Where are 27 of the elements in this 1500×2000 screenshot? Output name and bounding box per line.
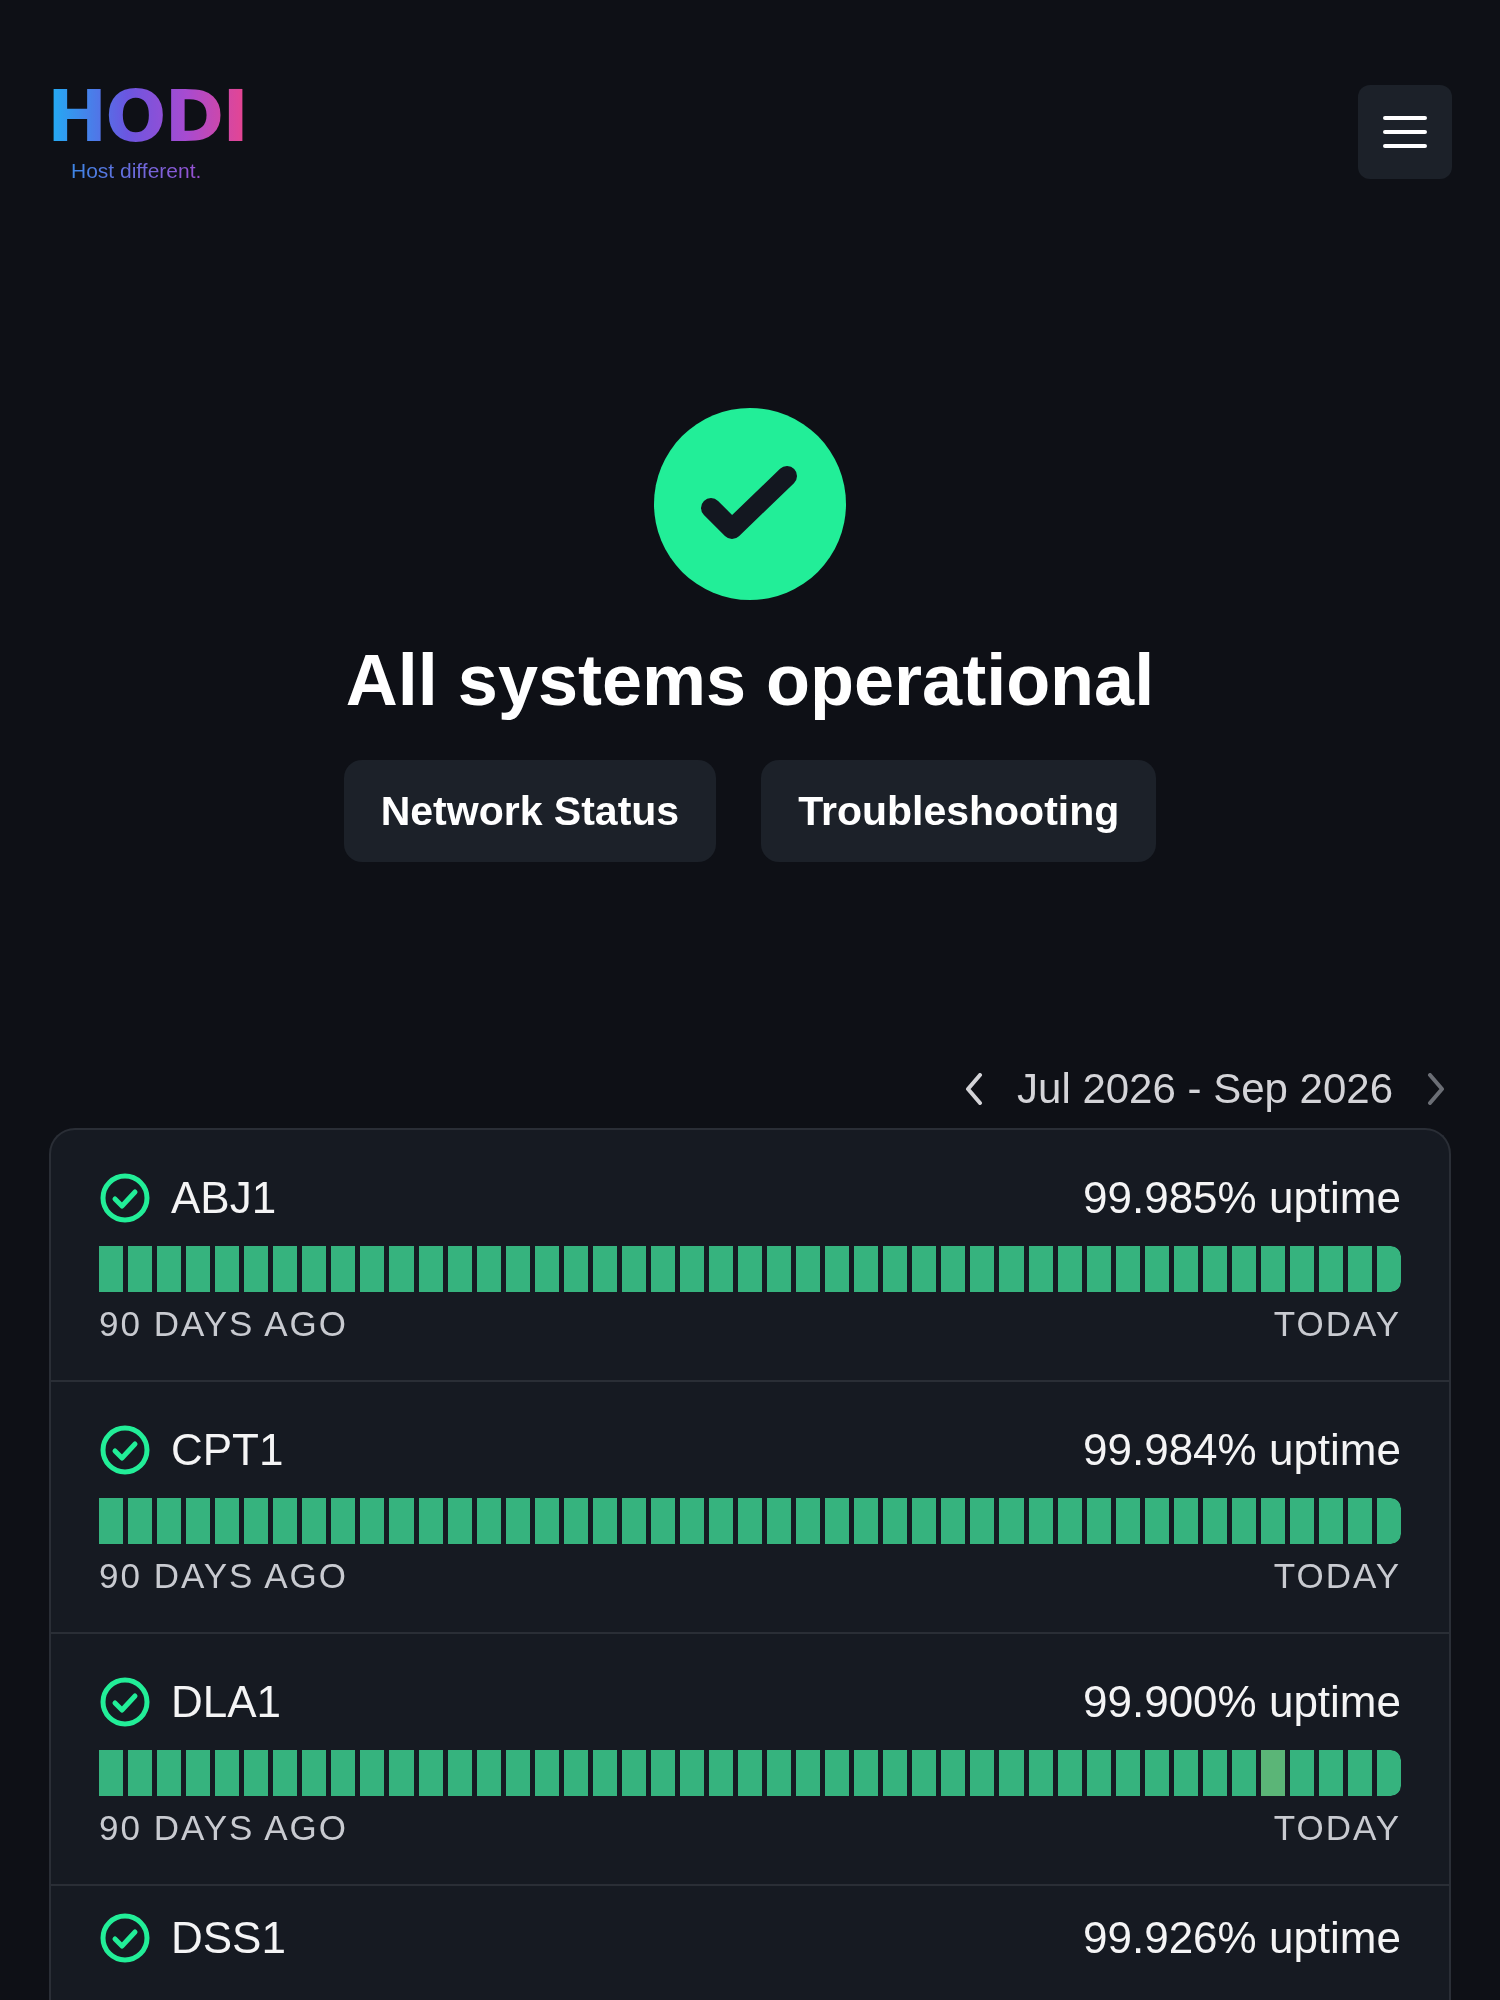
end-label: TODAY <box>1273 1304 1401 1344</box>
uptime-value: 99.984% uptime <box>1083 1425 1401 1475</box>
menu-button[interactable] <box>1358 85 1452 179</box>
server-name: CPT1 <box>171 1425 285 1475</box>
check-circle-icon <box>99 1912 151 1964</box>
uptime-value: 99.926% uptime <box>1083 1913 1401 1963</box>
status-heading: All systems operational <box>345 639 1155 722</box>
start-label: 90 DAYS AGO <box>99 1304 348 1344</box>
server-name: ABJ1 <box>171 1173 278 1223</box>
uptime-value: 99.900% uptime <box>1083 1677 1401 1727</box>
chevron-left-icon <box>965 1073 984 1105</box>
check-circle-icon <box>99 1172 151 1224</box>
chevron-right-icon <box>1427 1073 1445 1105</box>
end-label: TODAY <box>1273 1808 1401 1848</box>
start-label: 90 DAYS AGO <box>99 1808 348 1848</box>
nav-link[interactable]: Troubleshooting <box>761 760 1157 862</box>
end-label: TODAY <box>1273 1556 1401 1596</box>
start-label: 90 DAYS AGO <box>99 1556 348 1596</box>
server-name: DSS1 <box>171 1913 287 1963</box>
date-range: Jul 2026 - Sep 2026 <box>1017 1065 1393 1113</box>
uptime-value: 99.985% uptime <box>1083 1173 1401 1223</box>
server-name: DLA1 <box>171 1677 283 1727</box>
check-circle-icon <box>99 1676 151 1728</box>
menu-icon <box>1383 115 1427 149</box>
nav-link[interactable]: Network Status <box>343 760 717 862</box>
check-circle-icon <box>99 1424 151 1476</box>
status-check-icon <box>654 408 846 600</box>
